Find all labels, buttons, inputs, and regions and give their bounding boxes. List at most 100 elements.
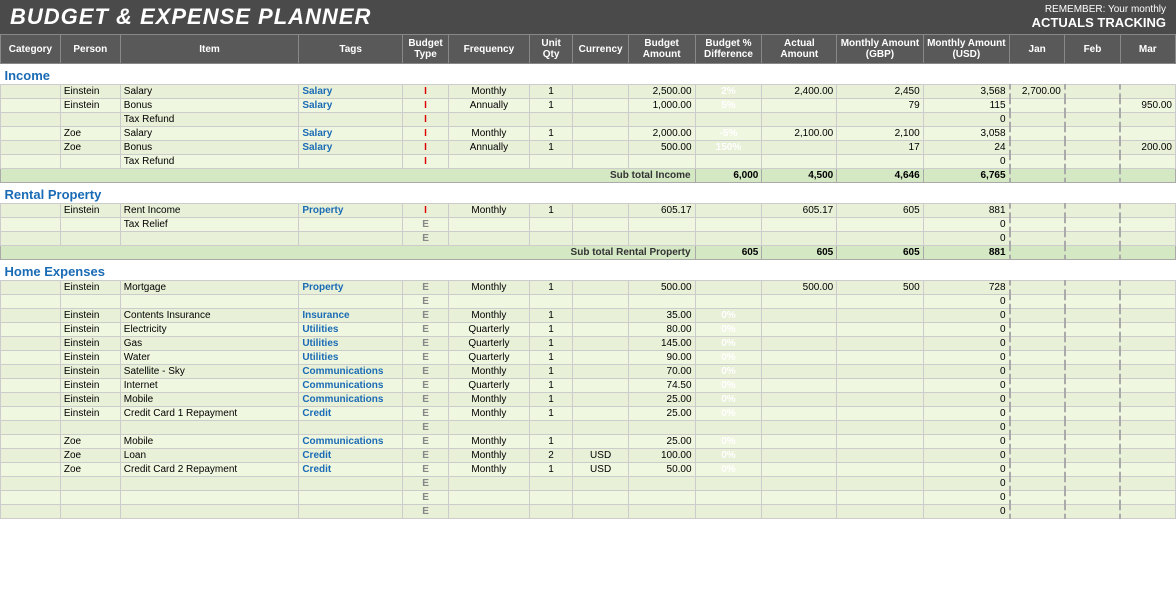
table-cell[interactable] xyxy=(1,295,61,309)
table-cell[interactable] xyxy=(762,505,837,519)
table-cell[interactable] xyxy=(1,155,61,169)
table-cell[interactable] xyxy=(1,337,61,351)
table-cell[interactable]: I xyxy=(403,85,449,99)
table-cell[interactable]: 0% xyxy=(695,393,762,407)
table-cell[interactable] xyxy=(628,421,695,435)
table-cell[interactable]: 0% xyxy=(695,309,762,323)
table-cell[interactable]: Einstein xyxy=(60,407,120,421)
table-cell[interactable] xyxy=(1065,295,1120,309)
table-cell[interactable]: 1 xyxy=(529,309,573,323)
table-cell[interactable]: Monthly xyxy=(449,309,530,323)
table-cell[interactable]: 1 xyxy=(529,379,573,393)
table-cell[interactable] xyxy=(628,295,695,309)
table-cell[interactable]: Bonus xyxy=(120,99,299,113)
table-cell[interactable] xyxy=(299,421,403,435)
table-cell[interactable]: 0 xyxy=(923,351,1009,365)
table-cell[interactable] xyxy=(837,323,923,337)
table-cell[interactable]: 0% xyxy=(695,365,762,379)
table-cell[interactable]: Communications xyxy=(299,393,403,407)
table-cell[interactable] xyxy=(1065,155,1120,169)
table-cell[interactable] xyxy=(573,309,628,323)
table-cell[interactable]: Salary xyxy=(299,127,403,141)
table-cell[interactable] xyxy=(1120,218,1175,232)
table-row[interactable]: Tax RefundI0 xyxy=(1,155,1176,169)
table-cell[interactable] xyxy=(1065,127,1120,141)
table-cell[interactable] xyxy=(1,491,61,505)
table-cell[interactable] xyxy=(1065,421,1120,435)
table-cell[interactable]: 1 xyxy=(529,323,573,337)
table-cell[interactable] xyxy=(120,232,299,246)
table-cell[interactable] xyxy=(1010,477,1065,491)
table-cell[interactable] xyxy=(762,309,837,323)
table-cell[interactable]: Loan xyxy=(120,449,299,463)
table-cell[interactable] xyxy=(1,505,61,519)
table-cell[interactable] xyxy=(1120,365,1175,379)
table-row[interactable]: EinsteinContents InsuranceInsuranceEMont… xyxy=(1,309,1176,323)
table-cell[interactable]: Annually xyxy=(449,99,530,113)
table-cell[interactable] xyxy=(1065,463,1120,477)
table-cell[interactable] xyxy=(1,463,61,477)
table-row[interactable]: EinsteinSalarySalaryIMonthly12,500.002%2… xyxy=(1,85,1176,99)
table-cell[interactable] xyxy=(762,393,837,407)
table-cell[interactable] xyxy=(628,113,695,127)
table-cell[interactable] xyxy=(573,99,628,113)
table-cell[interactable] xyxy=(449,232,530,246)
table-cell[interactable] xyxy=(299,218,403,232)
table-row[interactable]: EinsteinGasUtilitiesEQuarterly1145.000%0 xyxy=(1,337,1176,351)
table-row[interactable]: EinsteinMobileCommunicationsEMonthly125.… xyxy=(1,393,1176,407)
table-cell[interactable]: Einstein xyxy=(60,323,120,337)
table-cell[interactable]: 605.17 xyxy=(762,204,837,218)
table-cell[interactable]: Monthly xyxy=(449,407,530,421)
table-cell[interactable]: Contents Insurance xyxy=(120,309,299,323)
table-cell[interactable]: 1 xyxy=(529,85,573,99)
table-cell[interactable]: 0 xyxy=(923,295,1009,309)
table-cell[interactable] xyxy=(60,232,120,246)
table-cell[interactable]: Quarterly xyxy=(449,351,530,365)
table-row[interactable]: EinsteinCredit Card 1 RepaymentCreditEMo… xyxy=(1,407,1176,421)
table-cell[interactable]: E xyxy=(403,435,449,449)
table-cell[interactable]: Monthly xyxy=(449,127,530,141)
table-cell[interactable]: Internet xyxy=(120,379,299,393)
table-cell[interactable] xyxy=(573,351,628,365)
table-row[interactable]: EinsteinElectricityUtilitiesEQuarterly18… xyxy=(1,323,1176,337)
table-cell[interactable]: 2 xyxy=(529,449,573,463)
table-cell[interactable] xyxy=(1120,127,1175,141)
table-cell[interactable] xyxy=(1120,281,1175,295)
table-cell[interactable]: 80.00 xyxy=(628,323,695,337)
table-cell[interactable] xyxy=(1120,407,1175,421)
table-cell[interactable]: 0 xyxy=(923,323,1009,337)
table-cell[interactable]: 1,000.00 xyxy=(628,99,695,113)
table-cell[interactable] xyxy=(1120,393,1175,407)
table-cell[interactable]: Monthly xyxy=(449,365,530,379)
table-cell[interactable]: Salary xyxy=(299,99,403,113)
table-cell[interactable] xyxy=(449,421,530,435)
table-cell[interactable]: Credit Card 1 Repayment xyxy=(120,407,299,421)
table-cell[interactable]: Monthly xyxy=(449,435,530,449)
table-cell[interactable]: 950.00 xyxy=(1120,99,1175,113)
table-cell[interactable]: 0 xyxy=(923,218,1009,232)
table-cell[interactable] xyxy=(762,323,837,337)
table-cell[interactable] xyxy=(1010,232,1065,246)
table-cell[interactable]: Salary xyxy=(120,127,299,141)
table-cell[interactable]: Salary xyxy=(299,85,403,99)
table-cell[interactable] xyxy=(1,365,61,379)
table-cell[interactable]: Zoe xyxy=(60,435,120,449)
table-cell[interactable] xyxy=(449,218,530,232)
table-cell[interactable]: 1 xyxy=(529,204,573,218)
table-cell[interactable] xyxy=(695,113,762,127)
table-cell[interactable]: 115 xyxy=(923,99,1009,113)
table-cell[interactable] xyxy=(837,379,923,393)
table-cell[interactable]: 1 xyxy=(529,281,573,295)
table-cell[interactable] xyxy=(1010,421,1065,435)
table-cell[interactable]: 1 xyxy=(529,407,573,421)
table-cell[interactable]: -5% xyxy=(695,127,762,141)
table-cell[interactable] xyxy=(573,393,628,407)
table-cell[interactable]: Einstein xyxy=(60,281,120,295)
table-cell[interactable]: 0 xyxy=(923,379,1009,393)
table-cell[interactable] xyxy=(1010,407,1065,421)
table-cell[interactable]: 0 xyxy=(923,435,1009,449)
table-cell[interactable] xyxy=(1065,99,1120,113)
table-cell[interactable]: Mortgage xyxy=(120,281,299,295)
table-cell[interactable]: 1 xyxy=(529,365,573,379)
table-cell[interactable]: Property xyxy=(299,281,403,295)
